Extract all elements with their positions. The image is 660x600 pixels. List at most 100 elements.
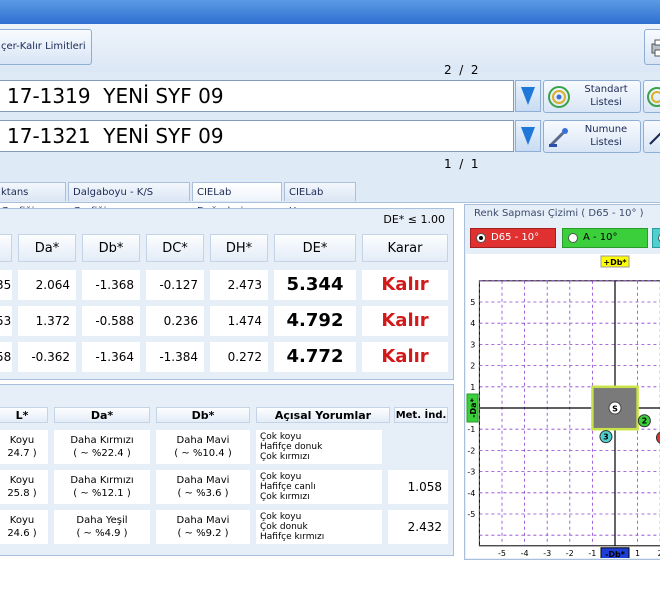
- standard-extra-button[interactable]: [643, 80, 660, 113]
- standard-list-button[interactable]: Standart Listesi: [543, 80, 641, 113]
- interp-row2-l: Koyu 25.8 ): [0, 470, 48, 504]
- tolerance-label: DE* ≤ 1.00: [383, 213, 445, 226]
- tab-reflectance-chart[interactable]: ktans Grafiği: [0, 182, 66, 217]
- x-tick-label: -3: [543, 549, 551, 558]
- row1-db: -1.368: [82, 270, 140, 300]
- x-tick-label: -2: [566, 549, 574, 558]
- interp-row1-l: Koyu 24.7 ): [0, 430, 48, 464]
- x-tick-label: -5: [498, 549, 506, 558]
- color-swatch-icon: [548, 86, 570, 108]
- interp-header-comments: Açısal Yorumlar: [256, 407, 390, 423]
- printer-icon: [651, 39, 660, 57]
- standard-dropdown-button[interactable]: [515, 80, 541, 112]
- header-l: [0, 234, 12, 262]
- top-toolbar: [0, 24, 660, 73]
- row3-dh: 0.272: [210, 342, 268, 372]
- color-swatch-icon: [647, 87, 660, 107]
- standard-marker-label: S: [612, 405, 618, 414]
- y-tick-label: -5: [467, 510, 475, 519]
- y-tick-label: 2: [470, 362, 475, 371]
- x-tick-label: -1: [588, 549, 596, 558]
- y-tick-label: -3: [467, 468, 475, 477]
- chevron-down-icon: [521, 127, 535, 145]
- pipette-icon: [549, 128, 568, 147]
- row3-karar: Kalır: [362, 342, 448, 372]
- interp-header-met: Met. İnd.: [394, 407, 448, 423]
- row2-db: -0.588: [82, 306, 140, 336]
- page-counter-top: 2 / 2: [444, 63, 479, 77]
- sample-list-label: Numune Listesi: [584, 124, 628, 148]
- row3-de: 4.772: [274, 342, 356, 372]
- interp-row3-comments: Çok koyu Çok donuk Hafifçe kırmızı: [256, 510, 382, 544]
- y-tick-label: -4: [467, 489, 475, 498]
- standard-list-label: Standart Listesi: [584, 84, 628, 108]
- axis-label-top: +Db*: [603, 258, 627, 267]
- row2-karar: Kalır: [362, 306, 448, 336]
- radio-dot-icon: [476, 233, 486, 243]
- row2-dh: 1.474: [210, 306, 268, 336]
- row1-de: 5.344: [274, 270, 356, 300]
- tab-cielab-values[interactable]: CIELab Değerleri: [192, 182, 282, 217]
- deviation-chart-title: Renk Sapması Çizimi ( D65 - 10° ): [474, 208, 644, 219]
- sample-point-label: 2: [642, 417, 648, 426]
- standard-combo[interactable]: 17-1319 YENİ SYF 09: [0, 80, 514, 112]
- interp-row3-l: Koyu 24.6 ): [0, 510, 48, 544]
- row1-l: 35: [0, 270, 12, 300]
- interp-row2-comments: Çok koyu Hafifçe canlı Çok kırmızı: [256, 470, 382, 504]
- deviation-chart: 5 4 3 2 1 -1 -2 -3 -4 -5 -5 -4 -3 -2 -1 1 2 +Db* -Db* -Da* S…: [466, 255, 660, 558]
- window-titlebar: [0, 0, 660, 24]
- tab-cielab-space[interactable]: CIELab Uzayı: [284, 182, 356, 217]
- radio-d65-label: D65 - 10°: [491, 232, 540, 243]
- header-dh: DH*: [210, 234, 268, 262]
- radio-dot-icon: [568, 233, 578, 243]
- radio-third[interactable]: [652, 228, 660, 248]
- row2-l: 53: [0, 306, 12, 336]
- sample-list-button[interactable]: Numune Listesi: [543, 120, 641, 153]
- interp-header-db: Db*: [156, 407, 250, 423]
- pipette-icon: [649, 132, 660, 145]
- y-tick-label: -2: [467, 446, 475, 455]
- interp-row1-da: Daha Kırmızı( ~ %22.4 ): [54, 430, 150, 464]
- tab-wavelength-ks-chart[interactable]: Dalgaboyu - K/S Grafiği: [68, 182, 190, 217]
- row3-da: -0.362: [18, 342, 76, 372]
- radio-d65[interactable]: D65 - 10°: [470, 228, 556, 248]
- row2-dc: 0.236: [146, 306, 204, 336]
- row2-da: 1.372: [18, 306, 76, 336]
- x-tick-label: 1: [635, 549, 640, 558]
- sample-combo[interactable]: 17-1321 YENİ SYF 09: [0, 120, 514, 152]
- interp-row2-db: Daha Mavi( ~ %3.6 ): [156, 470, 250, 504]
- y-tick-label: 5: [470, 298, 475, 307]
- sample-point-label: 3: [603, 433, 609, 442]
- row1-da: 2.064: [18, 270, 76, 300]
- radio-a10[interactable]: A - 10°: [562, 228, 648, 248]
- print-button[interactable]: [644, 29, 660, 65]
- axis-label-left: -Da*: [469, 397, 478, 417]
- y-tick-label: -1: [467, 425, 475, 434]
- chevron-down-icon: [521, 87, 535, 105]
- row1-dh: 2.473: [210, 270, 268, 300]
- header-dc: DC*: [146, 234, 204, 262]
- radio-a10-label: A - 10°: [583, 232, 618, 243]
- y-tick-label: 3: [470, 340, 475, 349]
- row3-dc: -1.384: [146, 342, 204, 372]
- x-tick-label: -4: [521, 549, 529, 558]
- row3-db: -1.364: [82, 342, 140, 372]
- interp-row3-da: Daha Yeşil( ~ %4.9 ): [54, 510, 150, 544]
- sample-extra-button[interactable]: [643, 120, 660, 153]
- header-da: Da*: [18, 234, 76, 262]
- axis-label-bottom: -Db*: [605, 550, 626, 558]
- interp-header-l: L*: [0, 407, 48, 423]
- row3-l: 58: [0, 342, 12, 372]
- interp-header-da: Da*: [54, 407, 150, 423]
- limits-button[interactable]: çer-Kalır Limitleri: [0, 29, 92, 65]
- interp-row3-met: 2.432: [388, 510, 448, 544]
- interp-row1-comments: Çok koyu Hafifçe donuk Çok kırmızı: [256, 430, 382, 464]
- y-tick-label: 1: [470, 383, 475, 392]
- y-tick-label: 4: [470, 319, 475, 328]
- sample-dropdown-button[interactable]: [515, 120, 541, 152]
- row2-de: 4.792: [274, 306, 356, 336]
- interp-row2-da: Daha Kırmızı( ~ %12.1 ): [54, 470, 150, 504]
- interp-row1-db: Daha Mavi( ~ %10.4 ): [156, 430, 250, 464]
- page-counter-bottom: 1 / 1: [444, 157, 479, 171]
- header-de: DE*: [274, 234, 356, 262]
